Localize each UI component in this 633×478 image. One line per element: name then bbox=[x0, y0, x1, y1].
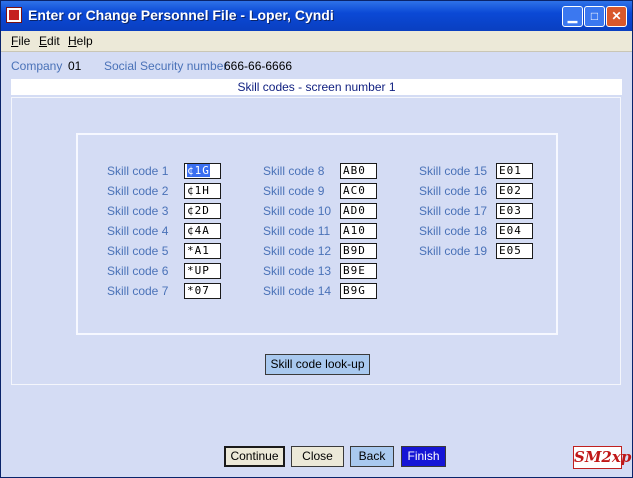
skill-input-8[interactable]: AB0 bbox=[340, 163, 377, 179]
skill-label-8: Skill code 8 bbox=[263, 164, 325, 178]
skill-label-13: Skill code 13 bbox=[263, 264, 332, 278]
skill-input-1[interactable]: ¢1G bbox=[184, 163, 221, 179]
skill-label-4: Skill code 4 bbox=[107, 224, 169, 238]
skill-input-15[interactable]: E01 bbox=[496, 163, 533, 179]
app-icon[interactable] bbox=[6, 7, 22, 23]
close-button[interactable]: Close bbox=[291, 446, 344, 467]
menu-help-accel: H bbox=[68, 34, 77, 48]
close-icon[interactable]: ✕ bbox=[606, 6, 627, 27]
menu-edit[interactable]: Edit bbox=[39, 34, 60, 48]
skill-input-7[interactable]: *07 bbox=[184, 283, 221, 299]
company-label: Company bbox=[11, 59, 63, 73]
skill-input-6[interactable]: *UP bbox=[184, 263, 221, 279]
skill-input-16[interactable]: E02 bbox=[496, 183, 533, 199]
skill-label-15: Skill code 15 bbox=[419, 164, 488, 178]
skill-input-5[interactable]: *A1 bbox=[184, 243, 221, 259]
skill-label-6: Skill code 6 bbox=[107, 264, 169, 278]
skill-label-9: Skill code 9 bbox=[263, 184, 325, 198]
skill-input-12[interactable]: B9D bbox=[340, 243, 377, 259]
title-bar[interactable]: Enter or Change Personnel File - Loper, … bbox=[1, 1, 632, 31]
ssn-label: Social Security number bbox=[104, 59, 228, 73]
company-value: 01 bbox=[68, 59, 82, 73]
skill-label-3: Skill code 3 bbox=[107, 204, 169, 218]
app-icon-mark bbox=[9, 10, 19, 20]
back-button[interactable]: Back bbox=[350, 446, 394, 467]
skill-label-7: Skill code 7 bbox=[107, 284, 169, 298]
skill-label-11: Skill code 11 bbox=[263, 224, 331, 238]
menu-file[interactable]: File bbox=[11, 34, 30, 48]
skill-input-17[interactable]: E03 bbox=[496, 203, 533, 219]
continue-button[interactable]: Continue bbox=[224, 446, 285, 467]
skill-label-17: Skill code 17 bbox=[419, 204, 488, 218]
menu-edit-rest: dit bbox=[47, 34, 60, 48]
skill-label-18: Skill code 18 bbox=[419, 224, 488, 238]
skill-input-14[interactable]: B9G bbox=[340, 283, 377, 299]
skill-label-19: Skill code 19 bbox=[419, 244, 488, 258]
menu-edit-accel: E bbox=[39, 34, 48, 48]
skill-input-13[interactable]: B9E bbox=[340, 263, 377, 279]
screen-banner: Skill codes - screen number 1 bbox=[11, 79, 622, 95]
skill-label-10: Skill code 10 bbox=[263, 204, 332, 218]
skill-input-9[interactable]: AC0 bbox=[340, 183, 377, 199]
sm2xp-logo: SM2xp bbox=[573, 446, 631, 469]
skill-label-1: Skill code 1 bbox=[107, 164, 169, 178]
skill-label-2: Skill code 2 bbox=[107, 184, 169, 198]
menu-bar: File Edit Help bbox=[1, 31, 632, 52]
menu-help-rest: elp bbox=[76, 34, 93, 48]
maximize-icon[interactable]: □ bbox=[584, 6, 605, 27]
skill-label-14: Skill code 14 bbox=[263, 284, 332, 298]
ssn-value: 666-66-6666 bbox=[224, 59, 293, 73]
skill-input-2[interactable]: ¢1H bbox=[184, 183, 221, 199]
skill-input-10[interactable]: AD0 bbox=[340, 203, 377, 219]
skill-label-5: Skill code 5 bbox=[107, 244, 169, 258]
skill-code-lookup-button[interactable]: Skill code look-up bbox=[265, 354, 370, 375]
skill-input-4[interactable]: ¢4A bbox=[184, 223, 221, 239]
skill-label-12: Skill code 12 bbox=[263, 244, 332, 258]
menu-file-rest: ile bbox=[18, 34, 31, 48]
personnel-window: Enter or Change Personnel File - Loper, … bbox=[0, 0, 633, 478]
skill-input-3[interactable]: ¢2D bbox=[184, 203, 221, 219]
skill-input-18[interactable]: E04 bbox=[496, 223, 533, 239]
window-title: Enter or Change Personnel File - Loper, … bbox=[28, 7, 334, 23]
menu-help[interactable]: Help bbox=[68, 34, 93, 48]
logo-text: SM2xp bbox=[574, 448, 632, 466]
skill-input-19[interactable]: E05 bbox=[496, 243, 533, 259]
minimize-icon[interactable]: ▁ bbox=[562, 6, 583, 27]
skill-label-16: Skill code 16 bbox=[419, 184, 488, 198]
skill-input-1-text: ¢1G bbox=[187, 164, 210, 177]
finish-button[interactable]: Finish bbox=[401, 446, 446, 467]
skill-input-11[interactable]: A10 bbox=[340, 223, 377, 239]
